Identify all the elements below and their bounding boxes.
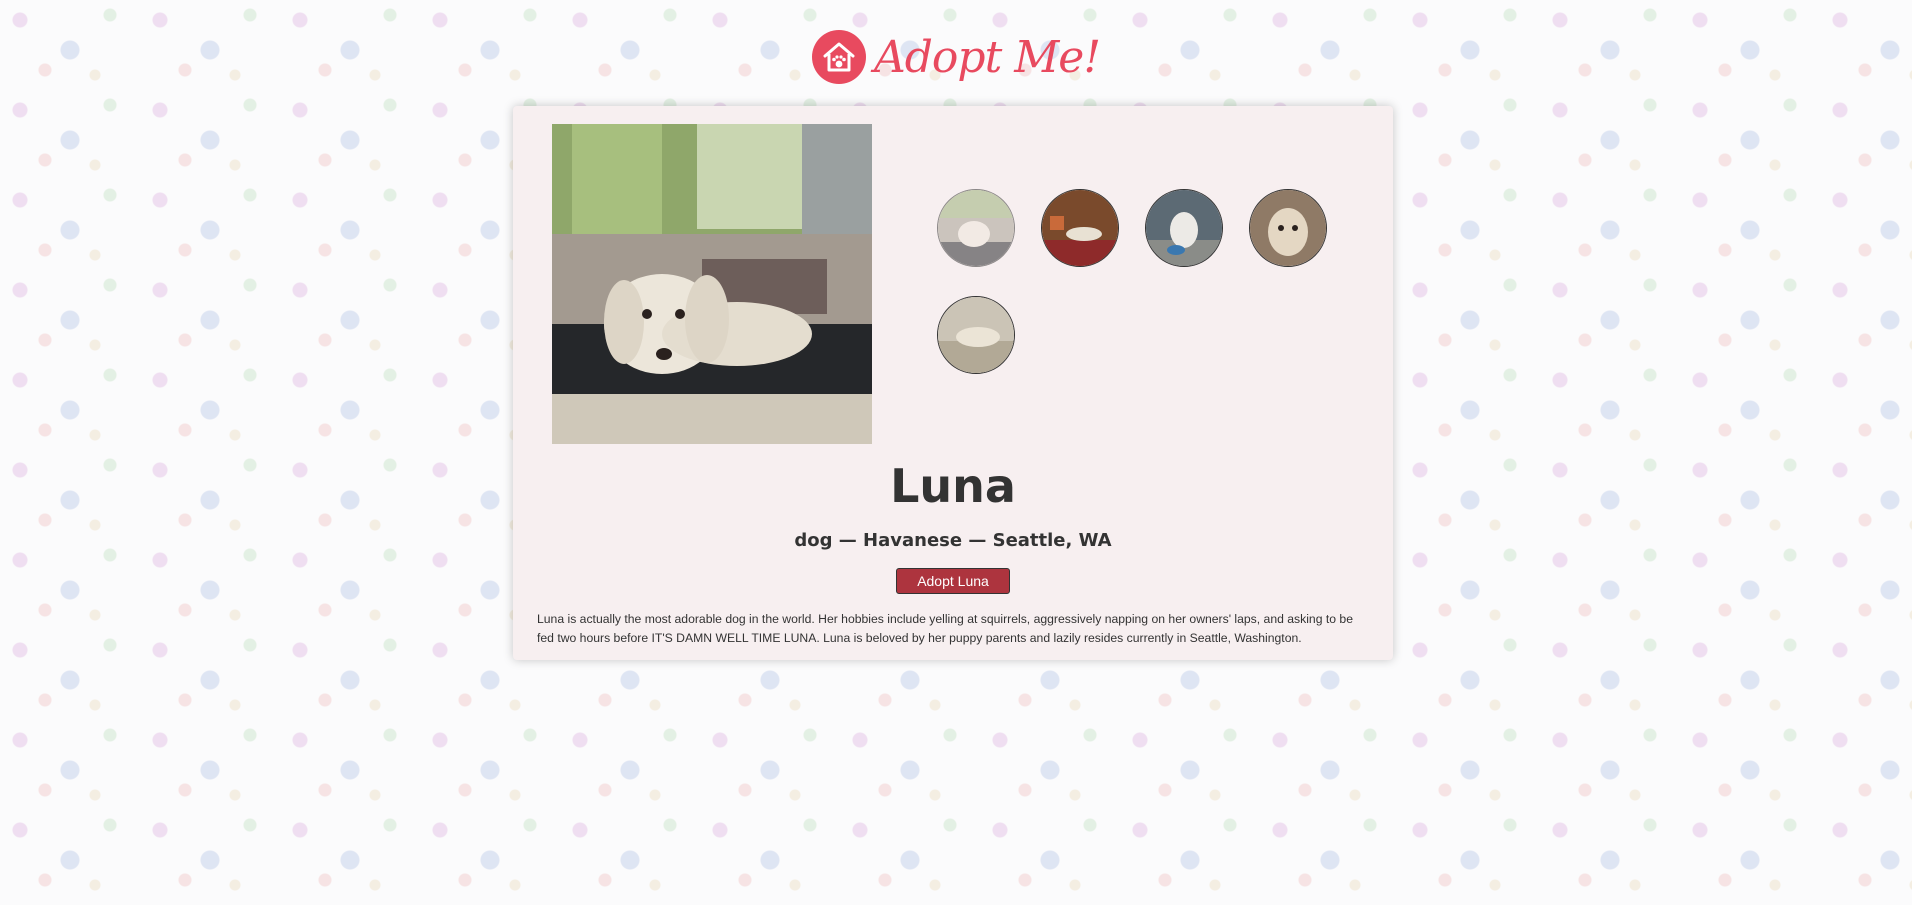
site-header: Adopt Me! — [0, 24, 1912, 90]
pet-info: Luna dog — Havanese — Seattle, WA Adopt … — [513, 446, 1393, 648]
gallery-thumbnail-1[interactable] — [937, 189, 1015, 267]
pet-subtitle: dog — Havanese — Seattle, WA — [794, 530, 1112, 551]
adopt-button[interactable]: Adopt Luna — [896, 568, 1010, 594]
home-logo-link[interactable]: Adopt Me! — [811, 30, 1101, 84]
gallery-thumbnail-3[interactable] — [1145, 189, 1223, 267]
gallery-thumbnail-2[interactable] — [1041, 189, 1119, 267]
house-paw-icon — [811, 30, 866, 84]
logo-text: Adopt Me! — [873, 31, 1101, 83]
pet-name: Luna — [890, 459, 1016, 513]
pet-description: Luna is actually the most adorable dog i… — [537, 612, 1353, 645]
gallery-thumbnail-5[interactable] — [937, 296, 1015, 374]
pet-hero-photo — [552, 124, 872, 444]
gallery-thumbnail-4[interactable] — [1249, 189, 1327, 267]
pet-details-card: Luna dog — Havanese — Seattle, WA Adopt … — [513, 106, 1393, 660]
